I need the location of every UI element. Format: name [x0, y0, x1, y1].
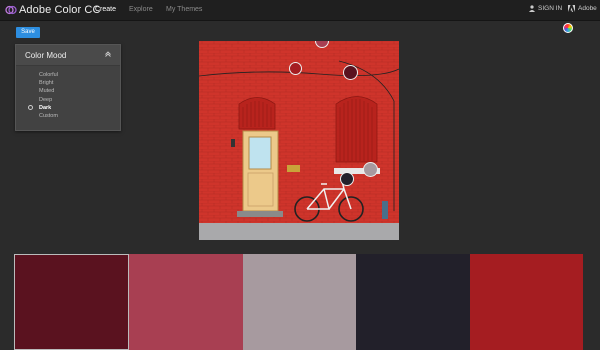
- mood-option-custom[interactable]: Custom: [16, 112, 120, 120]
- color-theme-swatches: [14, 254, 584, 350]
- color-picker-handle[interactable]: [363, 162, 378, 177]
- nav-explore[interactable]: Explore: [129, 6, 153, 13]
- color-picker-handle[interactable]: [340, 172, 354, 186]
- nav-my-themes[interactable]: My Themes: [166, 6, 202, 13]
- adobe-label: Adobe: [578, 5, 597, 12]
- adobe-color-logo-icon[interactable]: [5, 4, 17, 16]
- adobe-logo-icon: [568, 5, 575, 12]
- color-picker-handle[interactable]: [289, 62, 302, 75]
- sign-in-link[interactable]: SIGN IN: [529, 5, 562, 12]
- save-button[interactable]: Save: [16, 27, 40, 38]
- mood-label: Dark: [39, 104, 52, 111]
- mood-option-bright[interactable]: Bright: [16, 79, 120, 87]
- color-wheel-icon[interactable]: [563, 23, 573, 33]
- mood-option-colorful[interactable]: Colorful: [16, 71, 120, 79]
- color-swatch-1[interactable]: [14, 254, 130, 350]
- mood-label: Colorful: [39, 72, 58, 78]
- mood-label: Deep: [39, 96, 53, 103]
- chevron-up-icon[interactable]: [105, 51, 111, 57]
- color-mood-options: Colorful Bright Muted Deep Dark Custom: [16, 71, 120, 120]
- source-photo[interactable]: [199, 41, 399, 240]
- mood-option-muted[interactable]: Muted: [16, 87, 120, 95]
- mood-option-deep[interactable]: Deep: [16, 96, 120, 104]
- color-swatch-4[interactable]: [356, 254, 470, 350]
- color-mood-title: Color Mood: [25, 51, 67, 60]
- app-title[interactable]: Adobe Color CC: [19, 4, 101, 16]
- adobe-link[interactable]: Adobe: [568, 5, 597, 12]
- mood-option-dark[interactable]: Dark: [16, 104, 120, 112]
- color-mood-panel: Color Mood Colorful Bright Muted Deep Da…: [15, 44, 121, 131]
- color-mood-header[interactable]: Color Mood: [16, 45, 120, 66]
- color-swatch-3[interactable]: [242, 254, 357, 350]
- mood-label: Muted: [39, 88, 55, 95]
- top-bar: Adobe Color CC Create Explore My Themes …: [0, 0, 600, 21]
- color-swatch-2[interactable]: [129, 254, 243, 350]
- mood-label: Bright: [39, 80, 54, 87]
- nav-create[interactable]: Create: [95, 6, 116, 13]
- color-swatch-5[interactable]: [469, 254, 584, 350]
- color-picker-handle[interactable]: [343, 65, 358, 80]
- mood-label: Custom: [39, 112, 58, 119]
- sign-in-label: SIGN IN: [538, 5, 563, 12]
- radio-selected-icon[interactable]: [28, 104, 33, 110]
- user-icon: [529, 5, 535, 12]
